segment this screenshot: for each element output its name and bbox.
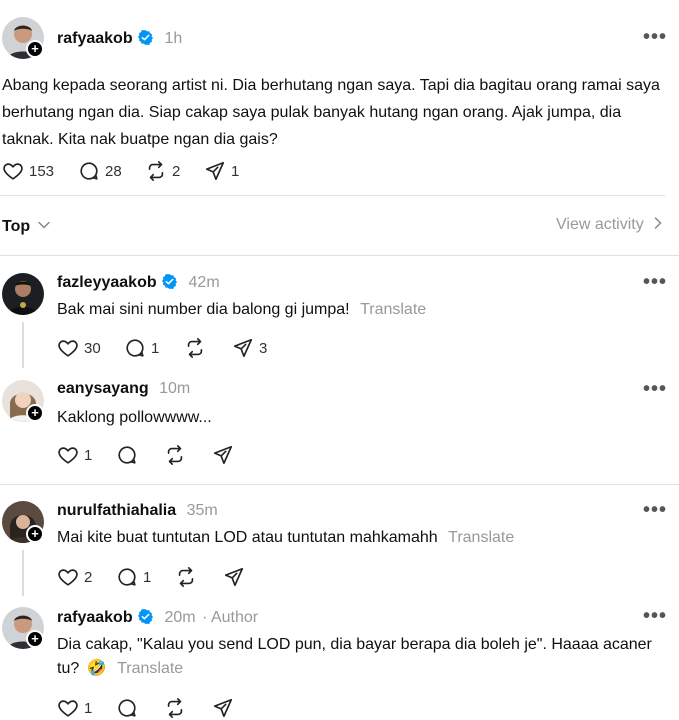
chevron-down-icon bbox=[37, 216, 50, 234]
like-button[interactable]: 1 bbox=[57, 697, 92, 719]
verified-icon bbox=[137, 29, 154, 51]
share-icon bbox=[212, 444, 234, 466]
divider bbox=[0, 255, 679, 256]
divider bbox=[0, 484, 679, 485]
share-button[interactable] bbox=[212, 444, 234, 466]
divider bbox=[0, 195, 665, 196]
avatar[interactable] bbox=[2, 273, 44, 315]
view-activity-label: View activity bbox=[556, 216, 644, 233]
comment-icon bbox=[116, 444, 138, 466]
share-button[interactable] bbox=[223, 566, 245, 588]
reply-username[interactable]: nurulfathiahalia bbox=[57, 502, 176, 519]
more-icon[interactable]: ••• bbox=[643, 27, 667, 47]
repost-icon bbox=[164, 444, 186, 466]
like-count: 1 bbox=[84, 446, 93, 464]
thread-line bbox=[22, 322, 24, 368]
sort-dropdown[interactable]: Top bbox=[2, 216, 50, 236]
share-button[interactable]: 1 bbox=[204, 160, 239, 182]
post-text: Abang kepada seorang artist ni. Dia berh… bbox=[2, 77, 660, 148]
timestamp[interactable]: 1h bbox=[165, 30, 183, 47]
follow-plus-icon[interactable]: + bbox=[26, 404, 44, 422]
follow-plus-icon[interactable]: + bbox=[26, 525, 44, 543]
repost-icon bbox=[145, 160, 167, 182]
heart-icon bbox=[2, 160, 24, 182]
comment-count: 1 bbox=[151, 339, 160, 357]
comment-icon bbox=[116, 697, 138, 719]
comment-count: 1 bbox=[143, 568, 152, 586]
more-icon[interactable]: ••• bbox=[643, 379, 667, 399]
share-icon bbox=[232, 337, 254, 359]
follow-plus-icon[interactable]: + bbox=[26, 40, 44, 58]
like-count: 153 bbox=[29, 162, 55, 180]
comment-icon bbox=[78, 160, 100, 182]
like-count: 30 bbox=[84, 339, 101, 357]
more-icon[interactable]: ••• bbox=[643, 606, 667, 626]
sort-label: Top bbox=[2, 218, 31, 235]
repost-icon bbox=[164, 697, 186, 719]
repost-count: 2 bbox=[172, 162, 181, 180]
reply-username[interactable]: eanysayang bbox=[57, 380, 149, 397]
heart-icon bbox=[57, 566, 79, 588]
author-tag: · Author bbox=[202, 609, 259, 626]
reply-text: Dia cakap, "Kalau you send LOD pun, dia … bbox=[57, 636, 652, 653]
share-count: 3 bbox=[259, 339, 268, 357]
comment-icon bbox=[116, 566, 138, 588]
more-icon[interactable]: ••• bbox=[643, 272, 667, 292]
verified-icon bbox=[137, 608, 154, 630]
verified-icon bbox=[161, 273, 178, 295]
reply-text: Mai kite buat tuntutan LOD atau tuntutan… bbox=[57, 529, 438, 546]
repost-button[interactable] bbox=[164, 697, 186, 719]
reply-timestamp[interactable]: 35m bbox=[187, 502, 218, 519]
like-button[interactable]: 153 bbox=[2, 160, 54, 182]
translate-link[interactable]: Translate bbox=[360, 301, 426, 318]
like-count: 1 bbox=[84, 699, 93, 717]
username[interactable]: rafyaakob bbox=[57, 30, 133, 47]
like-button[interactable]: 1 bbox=[57, 444, 92, 466]
reply-username[interactable]: fazleyyaakob bbox=[57, 274, 157, 291]
translate-link[interactable]: Translate bbox=[448, 529, 514, 546]
share-button[interactable]: 3 bbox=[232, 337, 267, 359]
more-icon[interactable]: ••• bbox=[643, 500, 667, 520]
repost-button[interactable] bbox=[175, 566, 197, 588]
reply-text: Kaklong pollowwww... bbox=[57, 409, 212, 426]
repost-icon bbox=[175, 566, 197, 588]
reply-text: Bak mai sini number dia balong gi jumpa! bbox=[57, 301, 350, 318]
repost-icon bbox=[184, 337, 206, 359]
comment-button[interactable]: 1 bbox=[116, 566, 151, 588]
share-icon bbox=[212, 697, 234, 719]
repost-button[interactable] bbox=[164, 444, 186, 466]
repost-button[interactable] bbox=[184, 337, 206, 359]
share-button[interactable] bbox=[212, 697, 234, 719]
view-activity-link[interactable]: View activity bbox=[556, 216, 662, 234]
share-count: 1 bbox=[231, 162, 240, 180]
comment-button[interactable] bbox=[116, 697, 138, 719]
thread-line bbox=[22, 550, 24, 596]
reply-username[interactable]: rafyaakob bbox=[57, 609, 133, 626]
like-button[interactable]: 2 bbox=[57, 566, 92, 588]
like-count: 2 bbox=[84, 568, 93, 586]
reply-text-continued: tu? bbox=[57, 660, 80, 677]
reply-timestamp[interactable]: 42m bbox=[189, 274, 220, 291]
reply-timestamp[interactable]: 20m bbox=[165, 609, 196, 626]
chevron-right-icon bbox=[654, 216, 662, 234]
share-icon bbox=[223, 566, 245, 588]
heart-icon bbox=[57, 444, 79, 466]
like-button[interactable]: 30 bbox=[57, 337, 101, 359]
comment-count: 28 bbox=[105, 162, 122, 180]
heart-icon bbox=[57, 697, 79, 719]
comment-button[interactable]: 28 bbox=[78, 160, 122, 182]
share-icon bbox=[204, 160, 226, 182]
comment-button[interactable]: 1 bbox=[124, 337, 159, 359]
rofl-emoji: 🤣 bbox=[86, 660, 107, 677]
comment-button[interactable] bbox=[116, 444, 138, 466]
translate-link[interactable]: Translate bbox=[117, 660, 183, 677]
comment-icon bbox=[124, 337, 146, 359]
repost-button[interactable]: 2 bbox=[145, 160, 180, 182]
heart-icon bbox=[57, 337, 79, 359]
reply-timestamp[interactable]: 10m bbox=[159, 380, 190, 397]
follow-plus-icon[interactable]: + bbox=[26, 630, 44, 648]
